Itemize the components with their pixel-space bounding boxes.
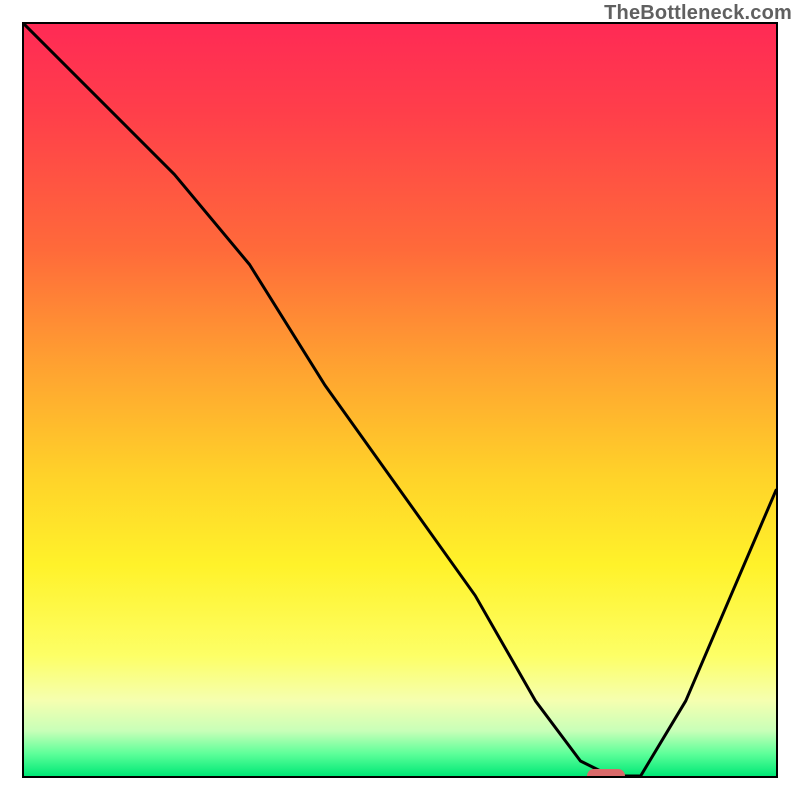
plot-area <box>22 22 778 778</box>
bottleneck-curve-path <box>24 24 776 776</box>
bottleneck-chart: TheBottleneck.com <box>0 0 800 800</box>
curve-layer <box>24 24 776 776</box>
optimum-marker <box>587 769 625 778</box>
